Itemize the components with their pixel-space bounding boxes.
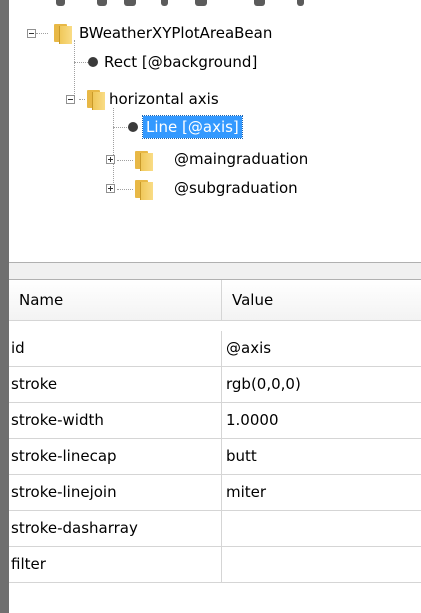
tree-node-label: Line [@axis]: [142, 115, 243, 139]
table-row[interactable]: stroke rgb(0,0,0): [9, 367, 421, 403]
property-name: id: [11, 339, 25, 357]
table-row[interactable]: stroke-width 1.0000: [9, 403, 421, 439]
tree-top-clipped-strip: [9, 0, 421, 7]
tree-connector: [117, 189, 133, 190]
tree-node-label: @maingraduation: [174, 150, 309, 168]
window-left-border: [0, 0, 9, 613]
folder-icon: [85, 88, 105, 110]
property-name: stroke-dasharray: [11, 519, 138, 537]
column-header-name[interactable]: Name: [9, 280, 221, 320]
tree-node-maingraduation[interactable]: @maingraduation: [171, 146, 311, 172]
property-name: stroke-width: [11, 411, 104, 429]
property-value[interactable]: miter: [221, 475, 421, 510]
folder-icon: [133, 178, 153, 200]
tree-node-horizontal-axis[interactable]: horizontal axis: [106, 86, 222, 112]
property-value[interactable]: butt: [221, 439, 421, 474]
expand-toggle-icon[interactable]: [106, 184, 115, 193]
properties-table: Name Value id @axis stroke rgb(0,0,0) st…: [9, 280, 421, 613]
tree-node-subgraduation[interactable]: @subgraduation: [171, 175, 301, 201]
property-name: stroke: [11, 375, 58, 393]
tree-node-bweatherxyplotareabean[interactable]: BWeatherXYPlotAreaBean: [76, 20, 275, 46]
tree-node-label: Rect [@background]: [104, 53, 258, 71]
leaf-dot-icon: [128, 122, 138, 132]
table-row[interactable]: stroke-linejoin miter: [9, 475, 421, 511]
folder-icon: [52, 22, 72, 44]
property-value[interactable]: [221, 511, 421, 546]
column-header-value[interactable]: Value: [222, 280, 421, 320]
tree-connector: [113, 108, 114, 189]
tree-node-label: BWeatherXYPlotAreaBean: [79, 24, 273, 42]
property-value[interactable]: [221, 547, 421, 582]
folder-icon: [133, 149, 153, 171]
property-name: stroke-linejoin: [11, 483, 117, 501]
tree-connector: [74, 40, 75, 100]
property-value[interactable]: @axis: [221, 331, 421, 366]
leaf-dot-icon: [88, 57, 98, 67]
table-row[interactable]: stroke-dasharray: [9, 511, 421, 547]
property-value[interactable]: rgb(0,0,0): [221, 367, 421, 402]
tree-node-line-axis[interactable]: Line [@axis]: [142, 114, 243, 140]
property-name: filter: [11, 555, 46, 573]
tree-connector: [117, 160, 133, 161]
tree-connector: [36, 33, 48, 34]
object-tree[interactable]: BWeatherXYPlotAreaBean Rect [@background…: [9, 0, 421, 262]
table-row[interactable]: id @axis: [9, 331, 421, 367]
table-row[interactable]: filter: [9, 547, 421, 583]
tree-node-rect-background[interactable]: Rect [@background]: [101, 49, 260, 75]
property-name: stroke-linecap: [11, 447, 117, 465]
table-header: Name Value: [9, 280, 421, 321]
property-value[interactable]: 1.0000: [221, 403, 421, 438]
table-row[interactable]: stroke-linecap butt: [9, 439, 421, 475]
tree-node-label: @subgraduation: [174, 179, 298, 197]
splitter-bar[interactable]: [9, 262, 421, 280]
collapse-toggle-icon[interactable]: [66, 95, 75, 104]
tree-node-label: horizontal axis: [109, 90, 219, 108]
expand-toggle-icon[interactable]: [106, 155, 115, 164]
collapse-toggle-icon[interactable]: [27, 29, 36, 38]
